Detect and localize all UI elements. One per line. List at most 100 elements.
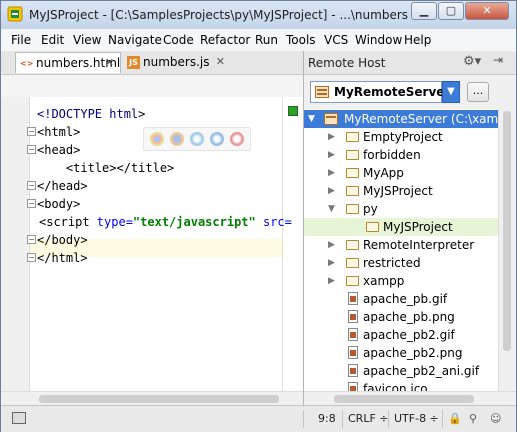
hide-panel-icon[interactable]: ⇥ (493, 53, 503, 67)
code-line: </head> (37, 179, 88, 193)
image-file-icon (348, 292, 358, 305)
tree-row-folder[interactable]: ▶ restricted (304, 254, 498, 272)
menu-edit[interactable]: Edit (41, 33, 64, 47)
chevron-down-icon[interactable]: ▼ (442, 81, 460, 103)
folder-icon (346, 276, 359, 286)
line-ending-selector[interactable]: CRLF ÷ (348, 412, 389, 425)
menu-bar: File Edit View Navigate Code Refactor Ru… (1, 29, 516, 52)
folder-icon (346, 132, 359, 142)
gear-icon[interactable]: ⚙▾ (463, 54, 481, 69)
server-select[interactable]: MyRemoteServer (310, 81, 450, 103)
tree-row-file[interactable]: apache_pb2_ani.gif (304, 362, 498, 380)
fold-marker[interactable]: − (27, 235, 36, 244)
fold-marker[interactable]: − (27, 199, 36, 208)
editor-gutter (1, 97, 30, 391)
safari-icon[interactable] (190, 132, 204, 146)
image-file-icon (348, 346, 358, 359)
server-icon (324, 113, 338, 125)
tree-row-folder[interactable]: ▶ forbidden (304, 146, 498, 164)
menu-vcs[interactable]: VCS (324, 33, 348, 47)
scrollbar-thumb[interactable] (503, 111, 511, 351)
menu-tools[interactable]: Tools (286, 33, 316, 47)
chrome-icon[interactable] (150, 132, 164, 146)
remote-file-tree: ▼ MyRemoteServer (C:\xampp\htdocs) ▶ Emp… (304, 109, 498, 391)
title-bar: MyJSProject - [C:\SamplesProjects\py\MyJ… (1, 1, 516, 29)
code-editor[interactable]: − − − − − − <!DOCTYPE html> <html> <head… (1, 97, 303, 391)
inspector-icon[interactable]: ☺ (490, 412, 501, 425)
expand-arrow-icon[interactable]: ▶ (328, 236, 335, 254)
server-icon (315, 86, 329, 98)
status-bar: 9:8 CRLF ÷ UTF-8 ÷ 🔒 ⚲ ☺ (1, 405, 516, 432)
tree-row-folder[interactable]: ▶ EmptyProject (304, 128, 498, 146)
opera-icon[interactable] (230, 132, 244, 146)
expand-arrow-icon[interactable]: ▶ (328, 182, 335, 200)
status-separator (388, 410, 389, 428)
ie-icon[interactable] (210, 132, 224, 146)
tree-row-folder[interactable]: ▶ MyApp (304, 164, 498, 182)
editor-horizontal-scrollbar[interactable] (1, 391, 303, 406)
expand-arrow-icon[interactable]: ▶ (328, 272, 335, 290)
tree-row-folder[interactable]: ▼ py (304, 200, 498, 218)
menu-refactor[interactable]: Refactor (200, 33, 250, 47)
tree-vertical-scrollbar[interactable] (498, 109, 516, 391)
tree-row-root[interactable]: ▼ MyRemoteServer (C:\xampp\htdocs) (304, 110, 498, 128)
expand-arrow-icon[interactable]: ▶ (328, 146, 335, 164)
scrollbar-thumb[interactable] (39, 395, 279, 403)
tree-row-file[interactable]: apache_pb2.gif (304, 326, 498, 344)
menu-view[interactable]: View (73, 33, 101, 47)
menu-file[interactable]: File (11, 33, 31, 47)
fold-marker[interactable]: − (27, 181, 36, 190)
browse-servers-button[interactable]: ... (467, 82, 489, 102)
minimize-button[interactable]: ▁ (411, 2, 437, 20)
encoding-selector[interactable]: UTF-8 ÷ (394, 412, 439, 425)
tree-row-file[interactable]: apache_pb.png (304, 308, 498, 326)
folder-icon (346, 186, 359, 196)
tree-horizontal-scrollbar[interactable] (304, 391, 516, 406)
tree-row-file[interactable]: apache_pb2.png (304, 344, 498, 362)
fold-marker[interactable]: − (27, 145, 36, 154)
tab-numbers-js[interactable]: JS numbers.js ✕ (123, 52, 231, 73)
server-name: MyRemoteServer (334, 85, 451, 99)
close-tab-icon[interactable]: ✕ (105, 53, 114, 73)
close-window-button[interactable]: ✕ (465, 2, 509, 20)
menu-code[interactable]: Code (163, 33, 194, 47)
status-separator (342, 410, 343, 428)
folder-icon (346, 150, 359, 160)
tree-row-folder[interactable]: ▶ xampp (304, 272, 498, 290)
maximize-button[interactable]: ▢ (438, 2, 464, 20)
scrollbar-thumb[interactable] (334, 395, 474, 403)
folder-icon (366, 222, 379, 232)
close-tab-icon[interactable]: ✕ (216, 52, 225, 72)
menu-navigate[interactable]: Navigate (108, 33, 162, 47)
code-line: </body> (37, 233, 88, 247)
tree-row-folder[interactable]: ▶ RemoteInterpreter (304, 236, 498, 254)
collapse-arrow-icon[interactable]: ▼ (328, 200, 335, 218)
tool-windows-toggle-icon[interactable] (12, 412, 26, 424)
editor-tab-bar: <> numbers.html ✕ JS numbers.js ✕ (1, 51, 303, 75)
tree-row-file[interactable]: apache_pb.gif (304, 290, 498, 308)
fold-marker[interactable]: − (27, 127, 36, 136)
image-file-icon (348, 328, 358, 341)
window-title: MyJSProject - [C:\SamplesProjects\py\MyJ… (29, 8, 409, 22)
right-margin-guide (282, 97, 283, 391)
menu-window[interactable]: Window (355, 33, 402, 47)
code-line: <head> (37, 143, 81, 157)
tree-row-selected[interactable]: MyJSProject (304, 218, 498, 236)
tree-row-folder[interactable]: ▶ MyJSProject (304, 182, 498, 200)
expand-arrow-icon[interactable]: ▶ (328, 128, 335, 146)
js-file-icon: JS (127, 56, 140, 69)
code-line: <title></title> (37, 161, 175, 175)
tree-row-file[interactable]: favicon.ico (304, 380, 498, 391)
fold-marker[interactable]: − (27, 253, 36, 262)
menu-help[interactable]: Help (404, 33, 431, 47)
firefox-icon[interactable] (170, 132, 184, 146)
lock-icon[interactable]: 🔒 (448, 412, 462, 425)
tab-numbers-html[interactable]: <> numbers.html ✕ (15, 52, 121, 73)
menu-run[interactable]: Run (255, 33, 278, 47)
expand-arrow-icon[interactable]: ▼ (308, 110, 315, 128)
caret-position[interactable]: 9:8 (318, 412, 336, 425)
expand-arrow-icon[interactable]: ▶ (328, 164, 335, 182)
code-line: <!DOCTYPE html> (37, 107, 146, 121)
expand-arrow-icon[interactable]: ▶ (328, 254, 335, 272)
git-icon[interactable]: ⚲ (469, 412, 477, 425)
